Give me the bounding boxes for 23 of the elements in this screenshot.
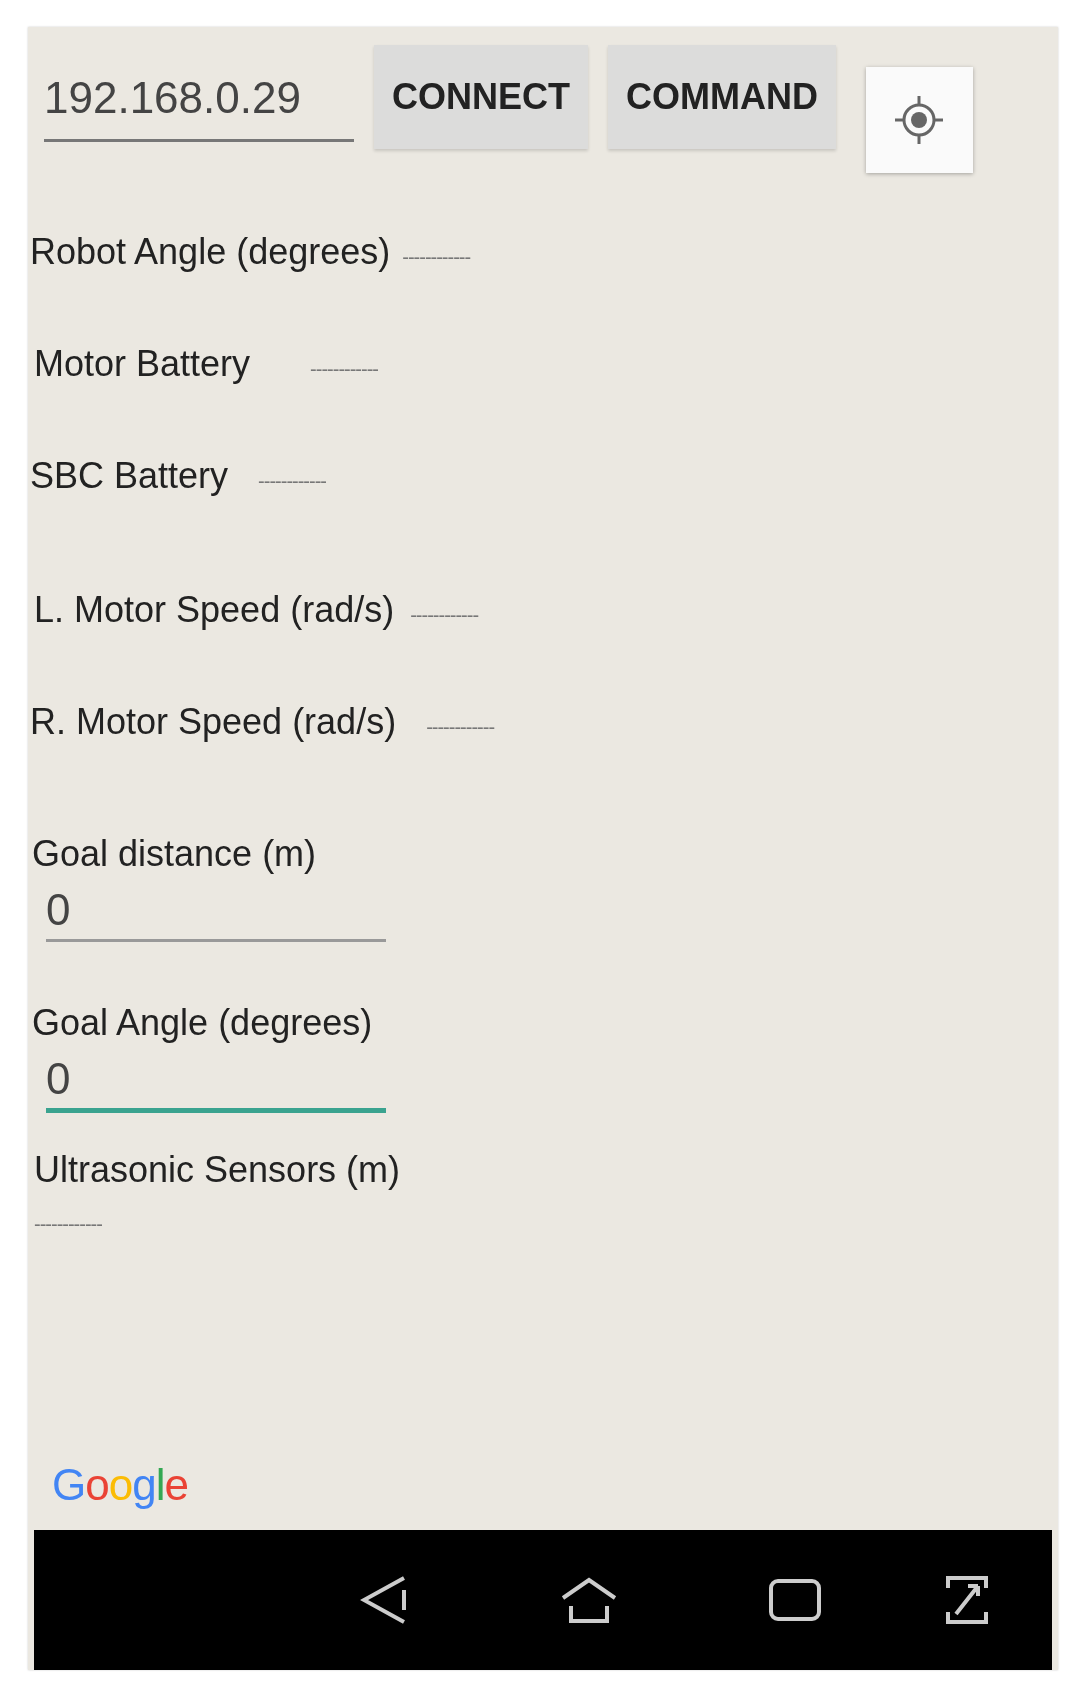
home-icon[interactable] [560,1576,618,1624]
reading-label: L. Motor Speed (rad/s) [34,589,395,631]
goal-input-field[interactable]: 0 [46,1050,386,1113]
reading-label: R. Motor Speed (rad/s) [30,701,397,743]
map-logo: Google [52,1460,189,1510]
ultrasonic-label: Ultrasonic Sensors (m) [34,1149,402,1191]
reading-value: ------------ [426,716,495,739]
reading-label: SBC Battery [30,455,229,497]
goal-input-field[interactable]: 0 [46,881,386,942]
connect-button[interactable]: CONNECT [374,45,588,149]
ultrasonic-value: ------------ [34,1213,103,1236]
reading-value: ------------ [258,470,326,493]
reading-label: Robot Angle (degrees) [30,231,391,273]
goal-label: Goal distance (m) [32,833,318,875]
reading-value: ------------ [410,604,479,627]
my-location-button[interactable] [866,67,973,173]
reading-value: ------------ [310,358,378,381]
ip-address-field[interactable]: 192.168.0.29 [44,57,354,142]
reading-value: ------------ [402,246,471,269]
reading-label: Motor Battery [34,343,251,385]
goal-label: Goal Angle (degrees) [32,1002,374,1044]
command-button[interactable]: COMMAND [608,45,836,149]
recent-apps-icon[interactable] [768,1578,822,1622]
